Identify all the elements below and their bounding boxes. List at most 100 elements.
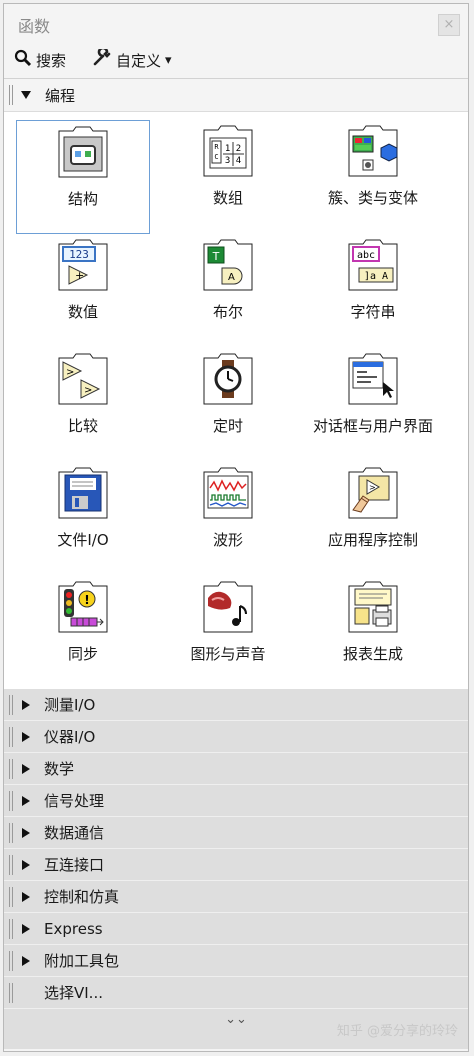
palette-item-label: 数值: [67, 303, 98, 321]
palette-item-label: 文件I/O: [57, 531, 109, 549]
array-icon: RC1 23 4: [200, 124, 256, 180]
palette-item-boolean[interactable]: TA 布尔: [161, 234, 295, 348]
numeric-icon: 123 +: [55, 238, 111, 294]
palette-item-numeric[interactable]: 123 + 数值: [16, 234, 150, 348]
palette-item-label: 字符串: [350, 303, 396, 321]
category-addons[interactable]: 附加工具包: [4, 945, 468, 977]
select-vi-row[interactable]: 选择VI...: [4, 977, 468, 1009]
palette-item-array[interactable]: RC1 23 4 数组: [161, 120, 295, 234]
grip-handle: [9, 726, 13, 747]
expanded-triangle-icon: [21, 91, 31, 99]
select-vi-label: 选择VI...: [44, 984, 103, 1002]
category-label: 互连接口: [44, 856, 105, 874]
collapsed-triangle-icon: [22, 955, 30, 966]
palette-item-application-control[interactable]: > 应用程序控制: [306, 462, 440, 576]
grip-handle: [9, 85, 13, 105]
grip-handle: [9, 854, 13, 875]
category-label: 数据通信: [44, 824, 105, 842]
palette-item-label: 报表生成: [342, 645, 403, 663]
application-control-icon: >: [345, 466, 401, 522]
svg-text:C: C: [214, 153, 218, 161]
palette-item-structures[interactable]: 结构: [16, 120, 150, 234]
palette-item-report-generation[interactable]: 报表生成: [306, 576, 440, 690]
grip-handle: [9, 694, 13, 715]
search-label: 搜索: [36, 51, 67, 70]
close-button[interactable]: ×: [438, 14, 460, 36]
palette-item-cluster-class-variant[interactable]: 簇、类与变体: [306, 120, 440, 234]
category-measurement-io[interactable]: 测量I/O: [4, 689, 468, 721]
dialog-ui-icon: [345, 352, 401, 408]
svg-text:+: +: [75, 269, 84, 282]
palette-item-label: 比较: [67, 417, 98, 435]
palette-item-file-io[interactable]: 文件I/O: [16, 462, 150, 576]
grip-handle: [9, 950, 13, 971]
file-io-icon: [55, 466, 111, 522]
palette-item-label: 布尔: [212, 303, 243, 321]
grip-handle: [9, 886, 13, 907]
palette-item-comparison[interactable]: > > 比较: [16, 348, 150, 462]
title-bar[interactable]: 函数 ×: [4, 4, 468, 44]
category-label: 信号处理: [44, 792, 105, 810]
category-label: 数学: [44, 760, 75, 778]
collapsed-triangle-icon: [22, 859, 30, 870]
customize-button[interactable]: 自定义 ▾: [92, 46, 172, 71]
category-mathematics[interactable]: 数学: [4, 753, 468, 785]
category-label: 控制和仿真: [44, 888, 120, 906]
collapsed-triangle-icon: [22, 731, 30, 742]
grip-handle: [9, 822, 13, 843]
timing-icon: [200, 352, 256, 408]
category-instrument-io[interactable]: 仪器I/O: [4, 721, 468, 753]
structures-icon: [55, 125, 111, 181]
category-label: 编程: [45, 86, 76, 105]
string-icon: abc ]a A: [345, 238, 401, 294]
search-icon: [14, 49, 32, 71]
palette-item-label: 簇、类与变体: [327, 189, 418, 207]
category-express[interactable]: Express: [4, 913, 468, 945]
chevron-down-icon: ▾: [165, 52, 172, 68]
svg-text:T: T: [212, 250, 220, 263]
graphics-sound-icon: [200, 580, 256, 636]
palette-item-label: 应用程序控制: [327, 531, 418, 549]
svg-text:abc: abc: [357, 250, 375, 261]
category-label: 附加工具包: [44, 952, 120, 970]
programming-palette: 结构 RC1 23 4 数组 簇、类与变体 123 + 数值 TA 布尔 abc…: [4, 111, 468, 689]
palette-item-label: 对话框与用户界面: [312, 417, 433, 435]
svg-text:123: 123: [69, 248, 89, 261]
wrench-icon: [92, 46, 112, 71]
palette-item-string[interactable]: abc ]a A 字符串: [306, 234, 440, 348]
functions-palette-window: 函数 × 搜索 自定义 ▾ 编程 结构 R C 1 2 3 4 数组 簇、类与变…: [3, 3, 469, 1052]
cluster-class-variant-icon: [345, 124, 401, 180]
window-title: 函数: [18, 17, 51, 36]
palette-item-label: 结构: [67, 190, 98, 208]
grip-handle: [9, 918, 13, 939]
palette-item-synchronization[interactable]: ! 同步: [16, 576, 150, 690]
search-button[interactable]: 搜索: [14, 49, 66, 71]
svg-text:A: A: [228, 272, 235, 283]
grip-handle: [9, 758, 13, 779]
category-data-communication[interactable]: 数据通信: [4, 817, 468, 849]
palette-toolbar: 搜索 自定义 ▾: [4, 44, 468, 78]
collapsed-triangle-icon: [22, 891, 30, 902]
palette-item-graphics-sound[interactable]: 图形与声音: [161, 576, 295, 690]
svg-text:]a A: ]a A: [364, 271, 388, 282]
collapsed-triangle-icon: [22, 763, 30, 774]
synchronization-icon: !: [55, 580, 111, 636]
category-connectivity[interactable]: 互连接口: [4, 849, 468, 881]
boolean-icon: TA: [200, 238, 256, 294]
category-control-simulation[interactable]: 控制和仿真: [4, 881, 468, 913]
palette-item-label: 同步: [67, 645, 98, 663]
palette-item-label: 定时: [212, 417, 243, 435]
category-signal-processing[interactable]: 信号处理: [4, 785, 468, 817]
svg-text:!: !: [84, 593, 89, 607]
palette-item-label: 数组: [212, 189, 243, 207]
palette-item-label: 波形: [212, 531, 243, 549]
category-label: 测量I/O: [44, 696, 96, 714]
palette-item-timing[interactable]: 定时: [161, 348, 295, 462]
palette-item-dialog-ui[interactable]: 对话框与用户界面: [306, 348, 440, 462]
category-programming-header[interactable]: 编程: [4, 79, 468, 111]
palette-footer: ⌄⌄ 知乎 @爱分享的玲玲: [4, 1009, 468, 1049]
svg-text:>: >: [66, 367, 74, 378]
palette-item-waveform[interactable]: 波形: [161, 462, 295, 576]
watermark-text: 知乎 @爱分享的玲玲: [336, 1024, 458, 1039]
collapsed-categories: 测量I/O 仪器I/O 数学 信号处理 数据通信 互连接口 控制和仿真 Expr…: [4, 689, 468, 1049]
